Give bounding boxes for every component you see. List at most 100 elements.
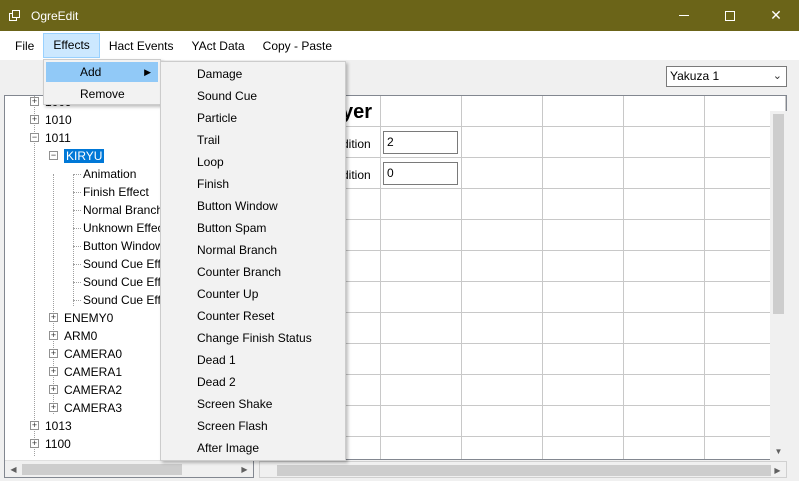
submenu-item[interactable]: Counter Branch [163, 261, 343, 283]
scroll-right-icon[interactable]: ▶ [769, 462, 786, 479]
grid-cell [381, 251, 462, 282]
tree-node[interactable]: ARM0 [64, 327, 97, 345]
submenu-item[interactable]: Sound Cue [163, 85, 343, 107]
grid-cell [624, 220, 705, 251]
grid-value-input[interactable]: 0 [383, 162, 458, 185]
grid-cell [543, 437, 624, 459]
scroll-thumb[interactable] [773, 114, 784, 314]
grid-cell [543, 375, 624, 406]
menu-effects[interactable]: Effects [43, 33, 100, 58]
grid-cell [462, 375, 543, 406]
tree-node[interactable]: 1011 [45, 129, 71, 147]
submenu-item[interactable]: After Image [163, 437, 343, 459]
tree-node-label: ARM0 [64, 329, 98, 343]
scroll-down-icon[interactable]: ▼ [770, 443, 787, 460]
scroll-thumb[interactable] [22, 464, 182, 475]
grid-cell [462, 313, 543, 344]
tree-expander-icon[interactable]: + [30, 115, 39, 124]
grid-cell [543, 251, 624, 282]
menu-item-label: Add [80, 65, 102, 79]
game-select[interactable]: Yakuza 1 ⌄ [666, 66, 787, 87]
tree-node[interactable]: Button Window [83, 237, 164, 255]
grid-cell [624, 406, 705, 437]
grid-cell [624, 96, 705, 127]
grid-vertical-scrollbar[interactable]: ▼ [770, 111, 787, 460]
tree-expander-icon[interactable]: + [49, 331, 58, 340]
submenu-item[interactable]: Button Window [163, 195, 343, 217]
tree-node[interactable]: CAMERA1 [64, 363, 122, 381]
tree-node[interactable]: 1100 [45, 435, 71, 453]
tree-node-label: Finish Effect [83, 185, 149, 199]
scroll-right-icon[interactable]: ▶ [236, 461, 253, 477]
game-select-value: Yakuza 1 [670, 69, 720, 83]
grid-cell [381, 96, 462, 127]
submenu-item[interactable]: Dead 2 [163, 371, 343, 393]
tree-node[interactable]: Normal Branch [83, 201, 163, 219]
grid-cell [624, 344, 705, 375]
tree-expander-icon[interactable]: + [30, 421, 39, 430]
minimize-icon [679, 15, 689, 16]
grid-cell [543, 344, 624, 375]
minimize-button[interactable] [661, 0, 707, 31]
menu-file[interactable]: File [6, 34, 43, 58]
tree-node[interactable]: CAMERA3 [64, 399, 122, 417]
grid-cell [624, 313, 705, 344]
tree-node-label: ENEMY0 [64, 311, 114, 325]
menu-item-add[interactable]: Add ▶ [46, 62, 158, 82]
menu-yact-data[interactable]: YAct Data [183, 34, 254, 58]
submenu-item[interactable]: Counter Up [163, 283, 343, 305]
submenu-item[interactable]: Finish [163, 173, 343, 195]
tree-node-label: CAMERA3 [64, 401, 123, 415]
tree-expander-icon[interactable]: + [49, 349, 58, 358]
tree-node-label: 1013 [45, 419, 72, 433]
tree-expander-icon[interactable]: + [49, 367, 58, 376]
scroll-thumb[interactable] [277, 465, 771, 476]
tree-node[interactable]: KIRYU [64, 147, 105, 165]
maximize-icon [725, 10, 735, 21]
tree-node[interactable]: CAMERA0 [64, 345, 122, 363]
maximize-button[interactable] [707, 0, 753, 31]
grid-cell [624, 282, 705, 313]
close-button[interactable]: ✕ [753, 0, 799, 31]
submenu-item[interactable]: Damage [163, 63, 343, 85]
tree-expander-icon[interactable]: − [49, 151, 58, 160]
tree-expander-icon[interactable]: − [30, 133, 39, 142]
grid-cell [462, 406, 543, 437]
submenu-item[interactable]: Screen Flash [163, 415, 343, 437]
grid-value-input[interactable]: 2 [383, 131, 458, 154]
title-bar: OgreEdit ✕ [0, 0, 799, 31]
tree-expander-icon[interactable]: + [30, 97, 39, 106]
tree-node[interactable]: Unknown Effect [83, 219, 167, 237]
tree-expander-icon[interactable]: + [49, 403, 58, 412]
submenu-item[interactable]: Particle [163, 107, 343, 129]
tree-node[interactable]: ENEMY0 [64, 309, 113, 327]
submenu-item[interactable]: Change Finish Status [163, 327, 343, 349]
tree-node[interactable]: 1013 [45, 417, 72, 435]
submenu-item[interactable]: Counter Reset [163, 305, 343, 327]
grid-cell [462, 96, 543, 127]
grid-cell [543, 406, 624, 437]
grid-cell [624, 158, 705, 189]
menu-hact-events[interactable]: Hact Events [100, 34, 183, 58]
submenu-item[interactable]: Trail [163, 129, 343, 151]
tree-node-label: 1100 [45, 437, 71, 451]
scroll-left-icon[interactable]: ◀ [5, 461, 22, 477]
tree-node[interactable]: Animation [83, 165, 136, 183]
submenu-item[interactable]: Button Spam [163, 217, 343, 239]
menu-item-remove[interactable]: Remove [46, 84, 158, 104]
tree-expander-icon[interactable]: + [49, 313, 58, 322]
tree-node-label: Animation [83, 167, 137, 181]
tree-expander-icon[interactable]: + [49, 385, 58, 394]
tree-expander-icon[interactable]: + [30, 439, 39, 448]
menu-copy-paste[interactable]: Copy - Paste [254, 34, 341, 58]
tree-node[interactable]: Finish Effect [83, 183, 149, 201]
tree-node[interactable]: CAMERA2 [64, 381, 122, 399]
submenu-item[interactable]: Screen Shake [163, 393, 343, 415]
tree-horizontal-scrollbar[interactable]: ◀ ▶ [5, 460, 253, 477]
submenu-item[interactable]: Dead 1 [163, 349, 343, 371]
submenu-item[interactable]: Normal Branch [163, 239, 343, 261]
grid-cell [624, 189, 705, 220]
tree-node[interactable]: 1010 [45, 111, 72, 129]
submenu-item[interactable]: Loop [163, 151, 343, 173]
grid-horizontal-scrollbar[interactable]: ▶ [259, 461, 787, 478]
